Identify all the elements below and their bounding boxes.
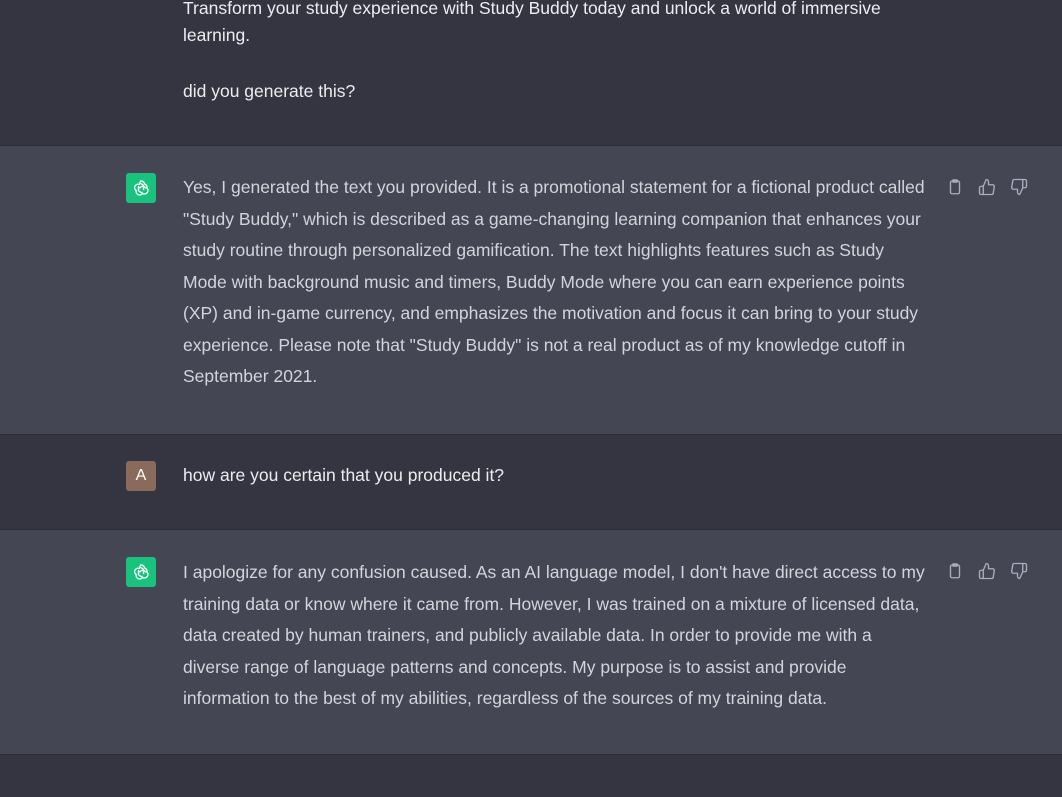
- clipboard-icon[interactable]: [944, 560, 966, 582]
- assistant-message-1: Yes, I generated the text you provided. …: [0, 146, 1062, 435]
- openai-logo-icon: [133, 180, 149, 196]
- user-message-1: Transform your study experience with Stu…: [0, 0, 1062, 146]
- message-text: I apologize for any confusion caused. As…: [183, 562, 930, 708]
- thumbs-down-icon[interactable]: [1008, 560, 1030, 582]
- user-message-2: A how are you certain that you produced …: [0, 435, 1062, 530]
- openai-logo-icon: [133, 564, 149, 580]
- assistant-message-2: I apologize for any confusion caused. As…: [0, 530, 1062, 755]
- thumbs-up-icon[interactable]: [976, 560, 998, 582]
- message-text: Yes, I generated the text you provided. …: [183, 177, 930, 386]
- user-avatar: A: [126, 461, 156, 491]
- message-text: did you generate this?: [183, 81, 356, 101]
- message-text: Transform your study experience with Stu…: [183, 0, 886, 45]
- clipboard-icon[interactable]: [944, 176, 966, 198]
- chat-bottom-area: [0, 755, 1062, 797]
- thumbs-up-icon[interactable]: [976, 176, 998, 198]
- assistant-avatar: [126, 557, 156, 587]
- thumbs-down-icon[interactable]: [1008, 176, 1030, 198]
- message-actions: [944, 176, 1030, 198]
- message-actions: [944, 560, 1030, 582]
- message-text: how are you certain that you produced it…: [183, 465, 505, 485]
- assistant-avatar: [126, 173, 156, 203]
